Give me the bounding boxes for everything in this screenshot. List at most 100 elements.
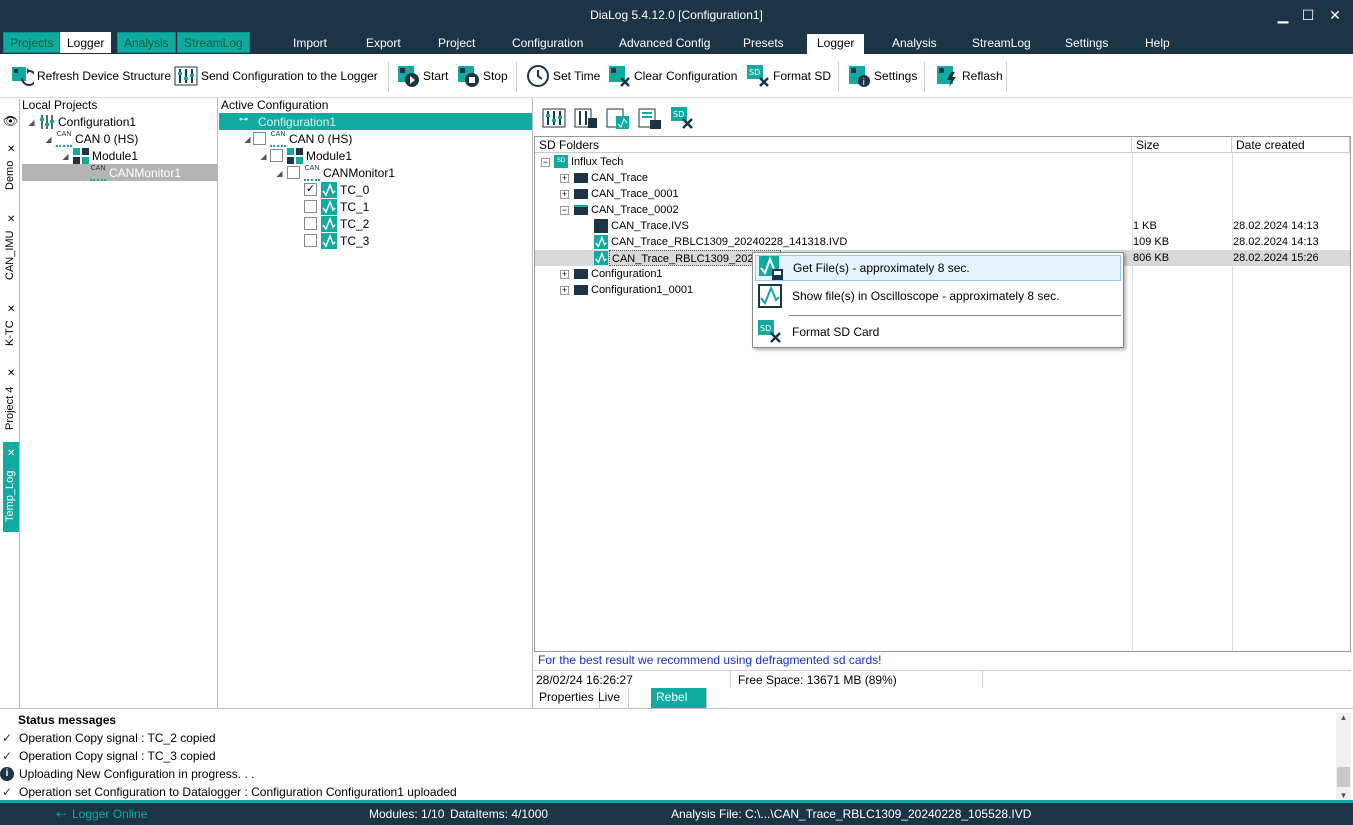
expand-icon[interactable]: +	[560, 174, 569, 183]
tab-properties[interactable]: Properties	[534, 688, 600, 708]
status-header: Status messages	[18, 713, 117, 727]
scroll-thumb[interactable]	[1337, 767, 1350, 787]
sd-config-icon[interactable]	[574, 106, 598, 130]
refresh-device-structure-button[interactable]: Refresh Device Structure	[10, 62, 171, 90]
table-row[interactable]: CAN_Trace.IVS 1 KB 28.02.2024 14:13	[535, 218, 1350, 234]
status-divider	[982, 671, 983, 688]
tree-node-can[interactable]: CAN CAN 0 (HS)	[56, 130, 138, 147]
tc-2-checkbox[interactable]	[304, 217, 317, 230]
collapse-icon[interactable]: ◢	[259, 152, 268, 161]
maximize-button[interactable]: ☐	[1296, 4, 1320, 26]
status-message: ✓ Operation Copy signal : TC_2 copied	[1, 731, 216, 745]
close-icon[interactable]: ✕	[7, 448, 15, 459]
channel-tc-0[interactable]: ✓ TC_0	[304, 181, 369, 198]
tree-node-active-canmonitor[interactable]: CAN CANMonitor1	[287, 164, 395, 181]
tab-streamlog[interactable]: StreamLog	[962, 34, 1041, 54]
close-icon[interactable]: ✕	[7, 214, 15, 225]
expand-icon[interactable]: +	[560, 286, 569, 295]
channel-tc-3[interactable]: TC_3	[304, 232, 369, 249]
tab-presets[interactable]: Presets	[733, 34, 794, 54]
get-files-icon	[759, 256, 783, 280]
tab-export[interactable]: Export	[356, 34, 411, 54]
close-icon[interactable]: ✕	[7, 368, 15, 379]
expand-icon[interactable]: +	[560, 270, 569, 279]
channel-tc-1[interactable]: TC_1	[304, 198, 369, 215]
defrag-hint: For the best result we recommend using d…	[538, 653, 882, 667]
reflash-button[interactable]: Reflash	[935, 62, 1003, 90]
svg-text:SD: SD	[760, 324, 771, 333]
collapse-icon[interactable]: ◢	[61, 152, 70, 161]
can-checkbox[interactable]	[253, 132, 266, 145]
status-messages-panel: Status messages ✓ Operation Copy signal …	[0, 708, 1353, 805]
tab-configuration[interactable]: Configuration	[502, 34, 593, 54]
tree-node-active-can[interactable]: CAN CAN 0 (HS)	[253, 130, 352, 147]
menu-item-format-sd-card[interactable]: SD Format SD Card	[755, 319, 1121, 345]
tab-analysis[interactable]: Analysis	[882, 34, 947, 54]
tab-row: Projects Logger Analysis StreamLog Impor…	[0, 30, 1353, 54]
tab-import[interactable]: Import	[283, 34, 337, 54]
sd-settings-icon[interactable]	[542, 106, 566, 130]
status-scrollbar[interactable]: ▲ ▼	[1336, 713, 1351, 805]
close-icon[interactable]: ✕	[7, 144, 15, 155]
stop-button[interactable]: Stop	[456, 62, 508, 90]
column-header-date-created[interactable]: Date created	[1232, 137, 1350, 153]
channel-tc-2[interactable]: TC_2	[304, 215, 369, 232]
format-sd-button[interactable]: SD Format SD	[746, 62, 831, 90]
tab-analysis-left[interactable]: Analysis	[117, 32, 176, 53]
scroll-up-icon[interactable]: ▲	[1336, 713, 1351, 727]
canmonitor-checkbox[interactable]	[287, 166, 300, 179]
sd-oscilloscope-icon[interactable]	[606, 106, 630, 130]
tc-3-checkbox[interactable]	[304, 234, 317, 247]
tab-project[interactable]: Project	[428, 34, 485, 54]
sd-format-icon[interactable]: SD	[670, 106, 694, 130]
collapse-icon[interactable]: −	[560, 206, 569, 215]
column-header-size[interactable]: Size	[1132, 137, 1232, 153]
minimize-button[interactable]: ▁	[1271, 4, 1295, 26]
collapse-icon[interactable]: ◢	[27, 118, 36, 127]
tc-1-checkbox[interactable]	[304, 200, 317, 213]
collapse-icon[interactable]: ◢	[44, 135, 53, 144]
tab-rebel-explorer[interactable]: Rebel Explorer	[651, 688, 707, 723]
tab-settings[interactable]: Settings	[1055, 34, 1118, 54]
tree-node-active-module[interactable]: Module1	[270, 147, 352, 164]
send-configuration-button[interactable]: Send Configuration to the Logger	[174, 62, 378, 90]
tab-advanced-config[interactable]: Advanced Config	[609, 34, 720, 54]
settings-info-icon: i	[849, 66, 870, 88]
side-tab-temp-log[interactable]: ✕ Temp_Log	[3, 442, 19, 532]
tab-logger[interactable]: Logger	[807, 34, 865, 54]
tree-node-influx-tech[interactable]: − SD Influx Tech	[535, 154, 1132, 170]
tree-node-active-configuration[interactable]: ⊶ Configuration1	[219, 113, 532, 130]
expand-icon[interactable]: +	[560, 190, 569, 199]
tab-live-data[interactable]: Live Data	[593, 688, 630, 723]
close-button[interactable]: ✕	[1323, 4, 1347, 26]
tab-help[interactable]: Help	[1135, 34, 1180, 54]
collapse-icon[interactable]: ◢	[275, 169, 284, 178]
tab-logger-left[interactable]: Logger	[60, 32, 112, 53]
tree-node-canmonitor[interactable]: CAN CANMonitor1	[22, 164, 217, 181]
menu-item-show-oscilloscope[interactable]: Show file(s) in Oscilloscope - approxima…	[755, 283, 1121, 309]
eye-icon[interactable]: 👁	[3, 114, 18, 128]
tab-projects[interactable]: Projects	[3, 32, 61, 53]
table-row[interactable]: + CAN_Trace_0001	[535, 186, 1350, 202]
start-button[interactable]: Start	[396, 62, 448, 90]
tc-0-checkbox[interactable]: ✓	[304, 183, 317, 196]
tab-streamlog-left[interactable]: StreamLog	[177, 32, 250, 53]
column-header-sd-folders[interactable]: SD Folders	[535, 137, 1132, 153]
tree-node-module[interactable]: Module1	[73, 147, 138, 164]
set-time-button[interactable]: Set Time	[526, 62, 600, 90]
collapse-icon[interactable]: −	[541, 158, 550, 167]
close-icon[interactable]: ✕	[7, 304, 15, 315]
reflash-label: Reflash	[962, 69, 1003, 83]
clear-configuration-button[interactable]: Clear Configuration	[607, 62, 737, 90]
module-checkbox[interactable]	[270, 149, 283, 162]
dataitems-count: DataItems: 4/1000	[450, 807, 549, 821]
table-row[interactable]: − CAN_Trace_0002	[535, 202, 1350, 218]
table-row[interactable]: + CAN_Trace	[535, 170, 1350, 186]
ivd-file-icon	[594, 251, 608, 265]
settings-button[interactable]: i Settings	[847, 62, 917, 90]
tree-node-configuration[interactable]: Configuration1	[39, 113, 136, 130]
table-row[interactable]: CAN_Trace_RBLC1309_20240228_141318.IVD 1…	[535, 234, 1350, 250]
sd-export-icon[interactable]	[638, 106, 662, 130]
menu-item-get-files[interactable]: Get File(s) - approximately 8 sec.	[755, 255, 1121, 281]
collapse-icon[interactable]: ◢	[243, 135, 252, 144]
